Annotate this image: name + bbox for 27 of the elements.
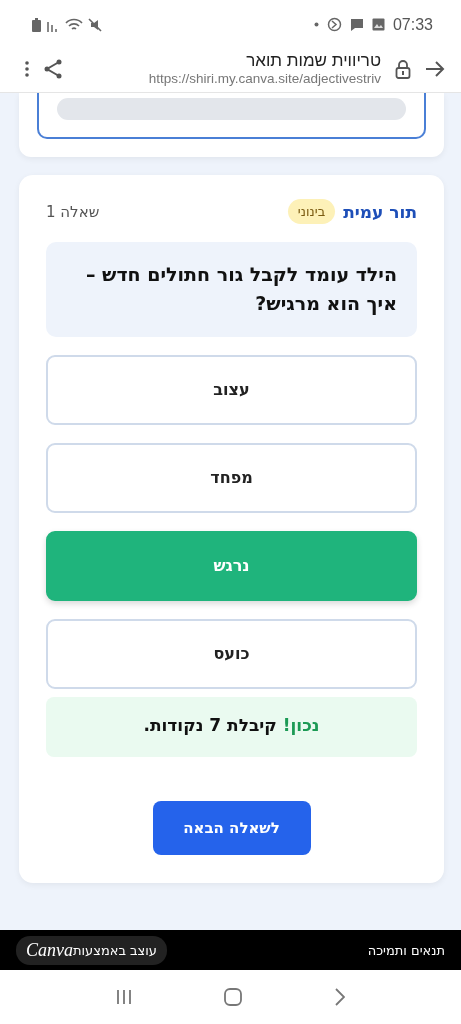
forward-arrow-icon[interactable] [425,59,445,78]
feedback-text: נכון! קיבלת 7 נקודות. [142,714,321,735]
answer-option[interactable]: עצוב [46,354,417,425]
share-icon[interactable] [44,58,62,79]
recent-apps-icon[interactable] [116,989,133,1005]
dot-icon [313,22,319,27]
lock-icon[interactable] [395,58,411,79]
url-text[interactable]: https://shiri.my.canva.site/adjectivestriv [148,71,381,86]
clock-time: 07:33 [392,15,433,34]
next-question-button[interactable]: לשאלה הבאה [152,800,311,855]
answer-option[interactable]: מפחד [46,442,417,513]
home-icon[interactable] [224,988,243,1006]
answer-box[interactable] [37,93,426,139]
wifi-icon [65,17,83,32]
answer-option[interactable]: כועס [46,618,417,689]
message-icon [349,17,364,32]
back-icon[interactable] [334,988,345,1006]
player-turn: תור עמית [343,201,417,222]
menu-icon[interactable] [24,59,30,78]
mute-icon [88,17,102,32]
question-counter: שאלה 1 [46,202,100,221]
terms-link[interactable]: תנאים ותמיכה [367,942,445,958]
difficulty-badge: בינוני [287,199,336,224]
page-title: טריווית שמות תואר [246,51,381,71]
image-icon [371,18,385,31]
battery-icon [32,17,41,32]
question-text: הילד עומד לקבל גור חתולים חדש – איך הוא מרגיש? [85,263,397,315]
